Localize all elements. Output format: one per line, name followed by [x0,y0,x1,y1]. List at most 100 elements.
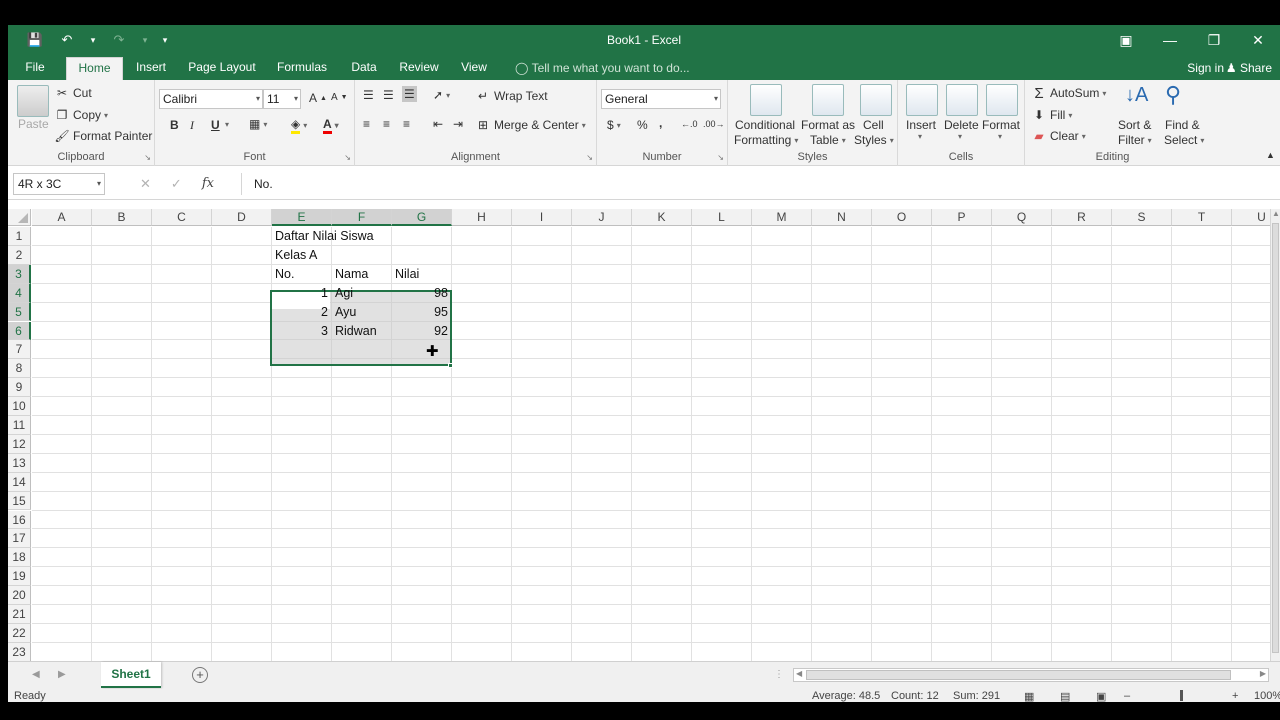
delete-cells-button[interactable]: Delete [944,118,979,132]
bottom-align-icon[interactable]: ☰ [402,86,417,102]
row-header-8[interactable]: 8 [8,359,31,379]
row-header-11[interactable]: 11 [8,416,31,435]
row-header-4[interactable]: 4 [8,283,31,303]
cell-e5[interactable]: 2 [272,303,331,322]
column-header-h[interactable]: H [452,209,512,226]
align-left-icon[interactable]: ≡ [363,117,370,131]
cell-styles-line1[interactable]: Cell [863,118,884,132]
column-header-k[interactable]: K [632,209,692,226]
page-layout-view-icon[interactable]: ▤ [1060,690,1070,702]
conditional-formatting-button[interactable]: Formatting ▾ [734,133,798,147]
column-header-r[interactable]: R [1052,209,1112,226]
scroll-thumb[interactable] [1272,223,1279,653]
cell-e2[interactable]: Kelas A [272,246,320,265]
clear-button[interactable]: ▰ Clear ▾ [1031,128,1085,144]
increase-indent-icon[interactable]: ⇥ [453,117,463,131]
tell-me-box[interactable]: ◯ Tell me what you want to do... [515,61,690,75]
row-header-10[interactable]: 10 [8,397,31,416]
tab-review[interactable]: Review [396,57,442,80]
cancel-icon[interactable]: ✕ [140,176,151,192]
underline-button[interactable]: U [211,118,220,132]
copy-button[interactable]: ❐ Copy ▾ [54,107,108,123]
tab-split-icon[interactable]: ⋮ [774,669,784,680]
horizontal-scrollbar[interactable]: ◀ ▶ [793,668,1269,682]
insert-cells-button[interactable]: Insert [906,118,936,132]
delete-dropdown-icon[interactable]: ▾ [958,132,962,141]
column-header-n[interactable]: N [812,209,872,226]
name-box[interactable]: 4R x 3C ▾ [13,173,105,195]
align-center-icon[interactable]: ≡ [383,117,390,131]
number-launcher-icon[interactable]: ↘ [717,153,724,162]
row-header-1[interactable]: 1 [8,227,31,246]
column-header-u[interactable]: U [1232,209,1270,226]
column-header-f[interactable]: F [332,209,392,226]
zoom-in-icon[interactable]: + [1232,690,1238,702]
cell-e4[interactable]: 1 [272,284,331,303]
orientation-icon[interactable]: ➚ ▾ [433,88,450,102]
column-header-d[interactable]: D [212,209,272,226]
horizontal-scroll-thumb[interactable] [806,670,1231,680]
tab-page-layout[interactable]: Page Layout [186,57,258,80]
insert-dropdown-icon[interactable]: ▾ [918,132,922,141]
format-painter-button[interactable]: 🖌 Format Painter [54,128,152,144]
enter-icon[interactable]: ✓ [171,176,182,192]
column-header-c[interactable]: C [152,209,212,226]
decrease-decimal-icon[interactable]: .00→ [703,119,725,129]
tab-home[interactable]: Home [66,57,123,80]
column-header-o[interactable]: O [872,209,932,226]
select-all-corner[interactable] [8,209,31,226]
sheet-prev-icon[interactable]: ◀ [32,669,40,680]
column-header-e[interactable]: E [272,209,332,226]
format-as-table-line1[interactable]: Format as [801,118,855,132]
sign-in-link[interactable]: Sign in [1187,61,1224,75]
minimize-icon[interactable]: — [1148,25,1192,55]
merge-center-button[interactable]: ⊞ Merge & Center ▾ [475,117,586,133]
top-align-icon[interactable]: ☰ [363,88,374,102]
fill-handle[interactable] [448,363,453,368]
tab-file[interactable]: File [18,57,52,80]
sheet-next-icon[interactable]: ▶ [58,669,66,680]
ribbon-display-options-icon[interactable]: ▣ [1104,25,1148,55]
conditional-formatting-line1[interactable]: Conditional [735,118,795,132]
underline-dropdown-icon[interactable]: ▾ [225,120,229,129]
zoom-out-icon[interactable]: – [1124,690,1130,702]
close-icon[interactable]: ✕ [1236,25,1280,55]
decrease-font-icon[interactable]: A ▼ [331,92,348,103]
find-select-button[interactable]: Select ▾ [1164,133,1204,147]
increase-font-icon[interactable]: A ▲ [309,91,327,105]
cell-f5[interactable]: Ayu [332,303,359,322]
cell-g4[interactable]: 98 [392,284,451,303]
insert-function-icon[interactable]: fx [202,176,214,192]
italic-button[interactable]: I [190,118,194,133]
wrap-text-button[interactable]: ↵ Wrap Text [475,88,548,104]
cell-f6[interactable]: Ridwan [332,322,380,341]
fill-color-icon[interactable]: ◈ ▾ [291,117,307,134]
column-header-l[interactable]: L [692,209,752,226]
worksheet-grid[interactable]: A B C D E F G H I J K L M N O P Q R S T U 1 2 3 4 5 6 7 8 9 10 11 12 13 14… [8,209,1270,661]
paste-button[interactable]: Paste [18,117,49,131]
row-header-20[interactable]: 20 [8,586,31,605]
autosum-button[interactable]: Σ AutoSum ▾ [1031,85,1106,102]
cut-button[interactable]: ✂ Cut [54,85,92,101]
row-header-3[interactable]: 3 [8,264,31,284]
middle-align-icon[interactable]: ☰ [383,88,394,102]
font-color-icon[interactable]: A ▾ [323,117,339,134]
normal-view-icon[interactable]: ▦ [1024,690,1034,702]
new-sheet-icon[interactable]: + [192,667,208,683]
row-header-12[interactable]: 12 [8,434,31,454]
column-header-p[interactable]: P [932,209,992,226]
clipboard-launcher-icon[interactable]: ↘ [144,153,151,162]
comma-button[interactable]: , [659,116,662,130]
cell-e6[interactable]: 3 [272,322,331,341]
page-break-view-icon[interactable]: ▣ [1096,690,1106,702]
fill-button[interactable]: ⬇ Fill ▾ [1031,107,1072,123]
format-as-table-button[interactable]: Table ▾ [810,133,846,147]
column-header-q[interactable]: Q [992,209,1052,226]
row-header-17[interactable]: 17 [8,529,31,549]
scroll-left-icon[interactable]: ◀ [796,669,802,678]
row-header-15[interactable]: 15 [8,491,31,511]
share-button[interactable]: ♟ Share [1226,61,1272,75]
font-name-combo[interactable]: Calibri ▾ [159,89,263,109]
row-header-5[interactable]: 5 [8,302,31,322]
row-header-16[interactable]: 16 [8,510,31,530]
